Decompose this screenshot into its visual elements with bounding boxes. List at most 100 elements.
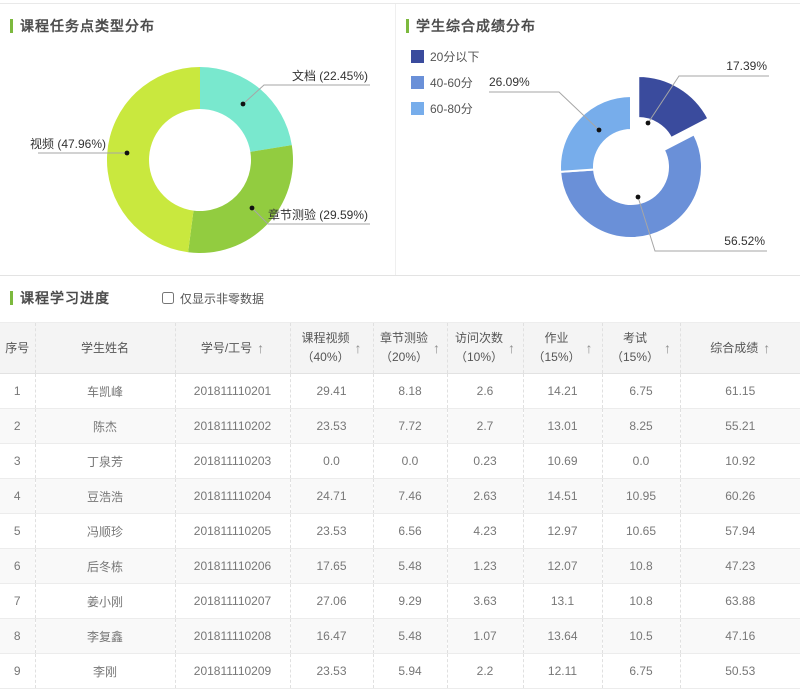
table-cell: 7.46	[372, 478, 447, 514]
legend-swatch-20分以下[interactable]	[411, 50, 424, 63]
grade-distribution-donut-chart: 17.39% 26.09% 56.52% 20分以下 40-60分 60-80分	[411, 50, 769, 252]
table-cell: 201811110205	[174, 513, 290, 549]
nonzero-filter-checkbox[interactable]	[162, 292, 174, 304]
table-row: 8 李复鑫 201811110208 16.47 5.48 1.07 13.64 10.5 47…	[0, 618, 800, 654]
slice-label: 56.52%	[724, 234, 765, 248]
nonzero-filter-label: 仅显示非零数据	[180, 291, 265, 306]
table-cell: 10.8	[601, 548, 680, 584]
table-cell: 2.2	[446, 653, 523, 689]
table-cell: 23.53	[289, 513, 373, 549]
table-cell: 201811110206	[174, 548, 290, 584]
table-cell: 201811110203	[174, 443, 290, 479]
table-cell: 201811110202	[174, 408, 290, 444]
table-cell: 17.65	[289, 548, 373, 584]
table-cell: 5.48	[372, 618, 447, 654]
column-header-id[interactable]: 学号/工号 ↑	[174, 322, 290, 374]
table-cell: 5.48	[372, 548, 447, 584]
sort-asc-icon[interactable]: ↑	[508, 340, 515, 356]
donut-slice-章节测验[interactable]	[188, 145, 294, 254]
label-dot	[249, 205, 255, 211]
table-row: 3 丁泉芳 201811110203 0.0 0.0 0.23 10.69 0.0 10.92	[0, 443, 800, 479]
table-row: 9 李刚 201811110209 23.53 5.94 2.2 12.11 6.75 50.5…	[0, 653, 800, 689]
table-cell: 10.65	[601, 513, 680, 549]
table-cell: 李刚	[34, 653, 175, 689]
table-cell: 61.15	[679, 373, 800, 409]
column-header-exam[interactable]: 考试 （15%） ↑	[601, 322, 680, 374]
legend-swatch-40-60分[interactable]	[411, 76, 424, 89]
table-cell: 10.95	[601, 478, 680, 514]
table-cell: 50.53	[679, 653, 800, 689]
table-cell: 9	[0, 653, 35, 689]
table-cell: 23.53	[289, 408, 373, 444]
grade-distribution-title: 学生综合成绩分布	[416, 18, 536, 34]
column-header-homework[interactable]: 作业 （15%） ↑	[522, 322, 602, 374]
task-type-title: 课程任务点类型分布	[20, 18, 155, 34]
slice-label: 视频 (47.96%)	[30, 136, 106, 151]
table-cell: 47.23	[679, 548, 800, 584]
progress-title: 课程学习进度	[20, 290, 110, 306]
table-cell: 10.92	[679, 443, 800, 479]
table-cell: 60.26	[679, 478, 800, 514]
column-header-quiz[interactable]: 章节测验 （20%） ↑	[372, 322, 447, 374]
table-cell: 13.1	[522, 583, 602, 619]
table-cell: 8	[0, 618, 35, 654]
table-cell: 0.0	[372, 443, 447, 479]
legend-label[interactable]: 40-60分	[430, 76, 473, 90]
column-header-name: 学生姓名	[34, 322, 175, 374]
table-cell: 0.0	[289, 443, 373, 479]
legend-label[interactable]: 20分以下	[430, 50, 479, 64]
donut-slice-60-80分[interactable]	[559, 94, 632, 173]
sort-asc-icon[interactable]: ↑	[355, 340, 362, 356]
column-header-total[interactable]: 综合成绩 ↑	[679, 322, 800, 374]
table-row: 5 冯顺珍 201811110205 23.53 6.56 4.23 12.97 10.65 5…	[0, 513, 800, 549]
table-cell: 1.07	[446, 618, 523, 654]
table-cell: 9.29	[372, 583, 447, 619]
task-type-panel: 课程任务点类型分布 文档 (22.45%) 章节测验 (29.59%) 视频 (47…	[0, 4, 395, 275]
grade-distribution-panel: 学生综合成绩分布 17.39% 26.09% 56.52% 20分以下 40-60分 60…	[395, 4, 800, 275]
legend-label[interactable]: 60-80分	[430, 102, 473, 116]
table-cell: 7.72	[372, 408, 447, 444]
table-row: 4 豆浩浩 201811110204 24.71 7.46 2.63 14.51 10.95 6…	[0, 478, 800, 514]
table-cell: 姜小刚	[34, 583, 175, 619]
column-header-video[interactable]: 课程视频 （40%） ↑	[289, 322, 373, 374]
table-cell: 6.75	[601, 373, 680, 409]
table-cell: 4	[0, 478, 35, 514]
table-cell: 3	[0, 443, 35, 479]
sort-asc-icon[interactable]: ↑	[664, 340, 671, 356]
charts-row: 课程任务点类型分布 文档 (22.45%) 章节测验 (29.59%) 视频 (47…	[0, 3, 800, 276]
slice-label: 文档 (22.45%)	[292, 68, 368, 83]
label-dot	[124, 150, 130, 156]
table-cell: 1.23	[446, 548, 523, 584]
table-cell: 5.94	[372, 653, 447, 689]
task-type-donut-chart: 文档 (22.45%) 章节测验 (29.59%) 视频 (47.96%)	[30, 67, 370, 254]
progress-table-body: 1 车凯峰 201811110201 29.41 8.18 2.6 14.21 6.75 61.…	[0, 373, 800, 689]
label-dot	[596, 127, 602, 133]
table-cell: 201811110208	[174, 618, 290, 654]
table-cell: 丁泉芳	[34, 443, 175, 479]
sort-asc-icon[interactable]: ↑	[433, 340, 440, 356]
table-cell: 10.8	[601, 583, 680, 619]
table-cell: 24.71	[289, 478, 373, 514]
sort-asc-icon[interactable]: ↑	[586, 340, 593, 356]
table-cell: 14.51	[522, 478, 602, 514]
table-cell: 车凯峰	[34, 373, 175, 409]
table-cell: 2.7	[446, 408, 523, 444]
table-cell: 2	[0, 408, 35, 444]
slice-label: 17.39%	[726, 59, 767, 73]
donut-slice-文档[interactable]	[200, 67, 292, 152]
slice-label: 章节测验 (29.59%)	[268, 207, 368, 222]
legend-swatch-60-80分[interactable]	[411, 102, 424, 115]
sort-asc-icon[interactable]: ↑	[763, 340, 770, 356]
table-cell: 李复鑫	[34, 618, 175, 654]
sort-asc-icon[interactable]: ↑	[257, 340, 264, 356]
progress-table-header-row: 序号 学生姓名 学号/工号 ↑ 课程视频 （40%） ↑ 章节测验 （20%） ↑ 访问次数 （10%…	[0, 322, 800, 374]
table-cell: 3.63	[446, 583, 523, 619]
donut-slice-视频[interactable]	[106, 67, 200, 253]
table-cell: 后冬栋	[34, 548, 175, 584]
table-cell: 8.25	[601, 408, 680, 444]
table-cell: 0.23	[446, 443, 523, 479]
column-header-visits[interactable]: 访问次数 （10%） ↑	[446, 322, 523, 374]
table-row: 6 后冬栋 201811110206 17.65 5.48 1.23 12.07 10.8 47…	[0, 548, 800, 584]
label-dot	[240, 101, 246, 107]
table-cell: 冯顺珍	[34, 513, 175, 549]
